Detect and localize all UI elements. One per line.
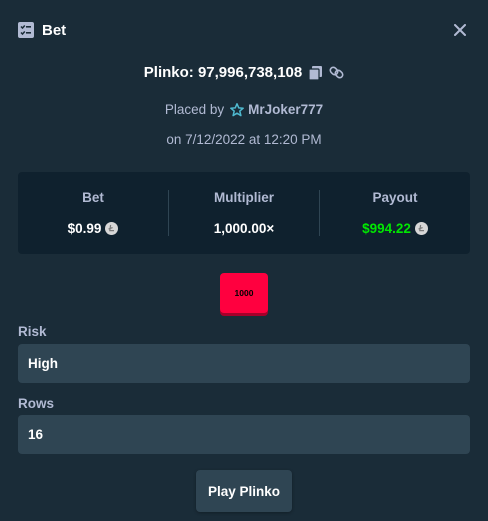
- vip-star-icon: [230, 102, 245, 117]
- close-button[interactable]: [452, 20, 468, 40]
- placed-by-row: Placed by MrJoker777: [0, 102, 488, 117]
- username-link[interactable]: MrJoker777: [248, 102, 323, 117]
- multiplier-value: 1,000.00×: [213, 221, 275, 236]
- bet-amount-label: Bet: [82, 190, 104, 205]
- litecoin-icon: [414, 222, 428, 235]
- rows-field[interactable]: 16: [18, 415, 470, 454]
- bet-amount-value: $0.99: [67, 221, 102, 236]
- bet-id-row: Plinko: 97,996,738,108: [0, 64, 488, 81]
- rows-label: Rows: [18, 396, 55, 411]
- bet-slip-icon: [18, 22, 34, 38]
- multiplier-slot: 1000: [220, 273, 268, 313]
- multiplier-stat: Multiplier 1,000.00×: [168, 190, 319, 236]
- payout-label: Payout: [372, 190, 418, 205]
- bet-amount-stat: Bet $0.99: [18, 190, 168, 236]
- bet-amount-value-row: $0.99: [68, 221, 119, 236]
- risk-label: Risk: [18, 324, 47, 339]
- bet-date: on 7/12/2022 at 12:20 PM: [166, 132, 322, 147]
- payout-value-row: $994.22: [362, 221, 428, 236]
- modal-header: Bet: [18, 20, 470, 40]
- link-icon[interactable]: [329, 65, 344, 80]
- payout-value: $994.22: [362, 221, 411, 236]
- modal-title: Bet: [42, 21, 67, 39]
- copy-icon[interactable]: [309, 65, 323, 80]
- payout-stat: Payout $994.22: [319, 190, 470, 236]
- multiplier-label: Multiplier: [214, 190, 274, 205]
- litecoin-icon: [105, 222, 119, 235]
- bet-title: Plinko: 97,996,738,108: [143, 64, 303, 81]
- placed-by-label: Placed by: [164, 102, 225, 117]
- close-icon: [454, 24, 466, 36]
- play-plinko-button[interactable]: Play Plinko: [196, 470, 292, 512]
- bet-stats-panel: Bet $0.99 Multiplier 1,000.00× Payout $9…: [18, 172, 470, 254]
- bet-modal: Bet Plinko: 97,996,738,108 Placed by MrJ…: [0, 0, 488, 521]
- risk-field[interactable]: High: [18, 344, 470, 383]
